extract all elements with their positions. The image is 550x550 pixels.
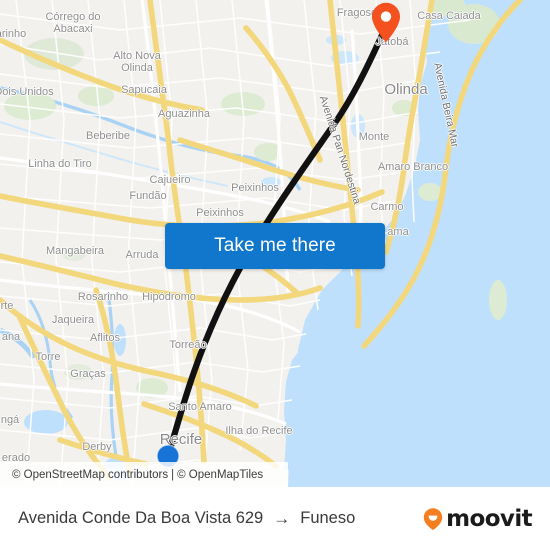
take-me-there-label: Take me there [214,235,336,256]
moovit-logo[interactable]: moovit [422,505,533,532]
route-origin-label: Avenida Conde Da Boa Vista 629 [18,509,264,527]
footer-bar: Avenida Conde Da Boa Vista 629 → Funeso … [0,487,550,550]
map-canvas[interactable]: Córrego do AbacaxiarinhoAlto Nova Olinda… [0,0,550,487]
arrow-right-icon: → [273,509,291,528]
moovit-pin-smile-icon [423,507,443,530]
moovit-wordmark: moovit [446,505,532,532]
openmaptiles-attribution-link[interactable]: © OpenMapTiles [177,469,263,481]
route-destination-label: Funeso [300,509,356,527]
osm-attribution-link[interactable]: © OpenStreetMap contributors [12,469,168,481]
route-summary: Avenida Conde Da Boa Vista 629 → Funeso [18,509,355,528]
moovit-route-preview: Córrego do AbacaxiarinhoAlto Nova Olinda… [0,0,550,550]
attribution-separator: | [171,468,175,481]
map-attribution: © OpenStreetMap contributors | © OpenMap… [0,462,288,487]
take-me-there-button[interactable]: Take me there [165,223,385,269]
destination-pin-icon[interactable] [371,2,401,43]
